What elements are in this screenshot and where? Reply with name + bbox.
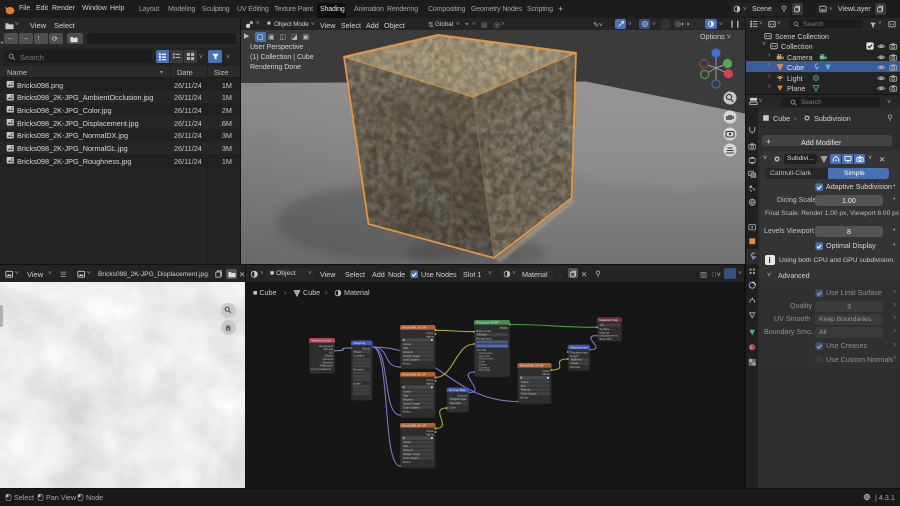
svg-text:Roughness: Roughness: [476, 337, 492, 341]
svg-text:Alpha: Alpha: [426, 432, 434, 436]
svg-text:Normal: Normal: [570, 365, 580, 369]
svg-text:Alpha: Alpha: [426, 334, 434, 338]
svg-text:Displacemen: Displacemen: [570, 345, 588, 349]
svg-text:Bricks098_2K-JP: Bricks098_2K-JP: [402, 326, 426, 330]
svg-text:Vector: Vector: [362, 346, 371, 350]
svg-text:Bricks098_2K-JP: Bricks098_2K-JP: [402, 373, 426, 377]
svg-text:Mapping: Mapping: [353, 341, 365, 345]
svg-text:Vector: Vector: [402, 409, 411, 413]
svg-text:Texture Coord: Texture Coord: [311, 339, 331, 343]
svg-text:Vector: Vector: [402, 460, 411, 464]
svg-text:Normal Map: Normal Map: [449, 388, 466, 392]
svg-text:Vector: Vector: [402, 362, 411, 366]
svg-text:Color: Color: [449, 406, 456, 410]
svg-text:Location: Location: [353, 354, 365, 358]
svg-text:Alpha: Alpha: [426, 381, 434, 385]
svg-text:Bricks098_2K-JP: Bricks098_2K-JP: [402, 424, 426, 428]
svg-text:Alpha: Alpha: [542, 372, 550, 376]
svg-text:Vector: Vector: [520, 396, 529, 400]
svg-text:Scale: Scale: [353, 381, 361, 385]
svg-text:+: +: [75, 36, 78, 41]
svg-text:› Thin Film: › Thin Film: [478, 368, 491, 372]
svg-text:Principled BSDF: Principled BSDF: [476, 321, 499, 325]
svg-text:Rotation: Rotation: [353, 368, 365, 372]
svg-text:BSDF: BSDF: [500, 326, 508, 330]
svg-text:Thin Film: Thin Film: [599, 337, 612, 341]
svg-text:Material Outp: Material Outp: [599, 318, 618, 322]
svg-text:From Instancer: From Instancer: [311, 367, 331, 371]
svg-text:Bricks098_2K-JP: Bricks098_2K-JP: [520, 364, 544, 368]
